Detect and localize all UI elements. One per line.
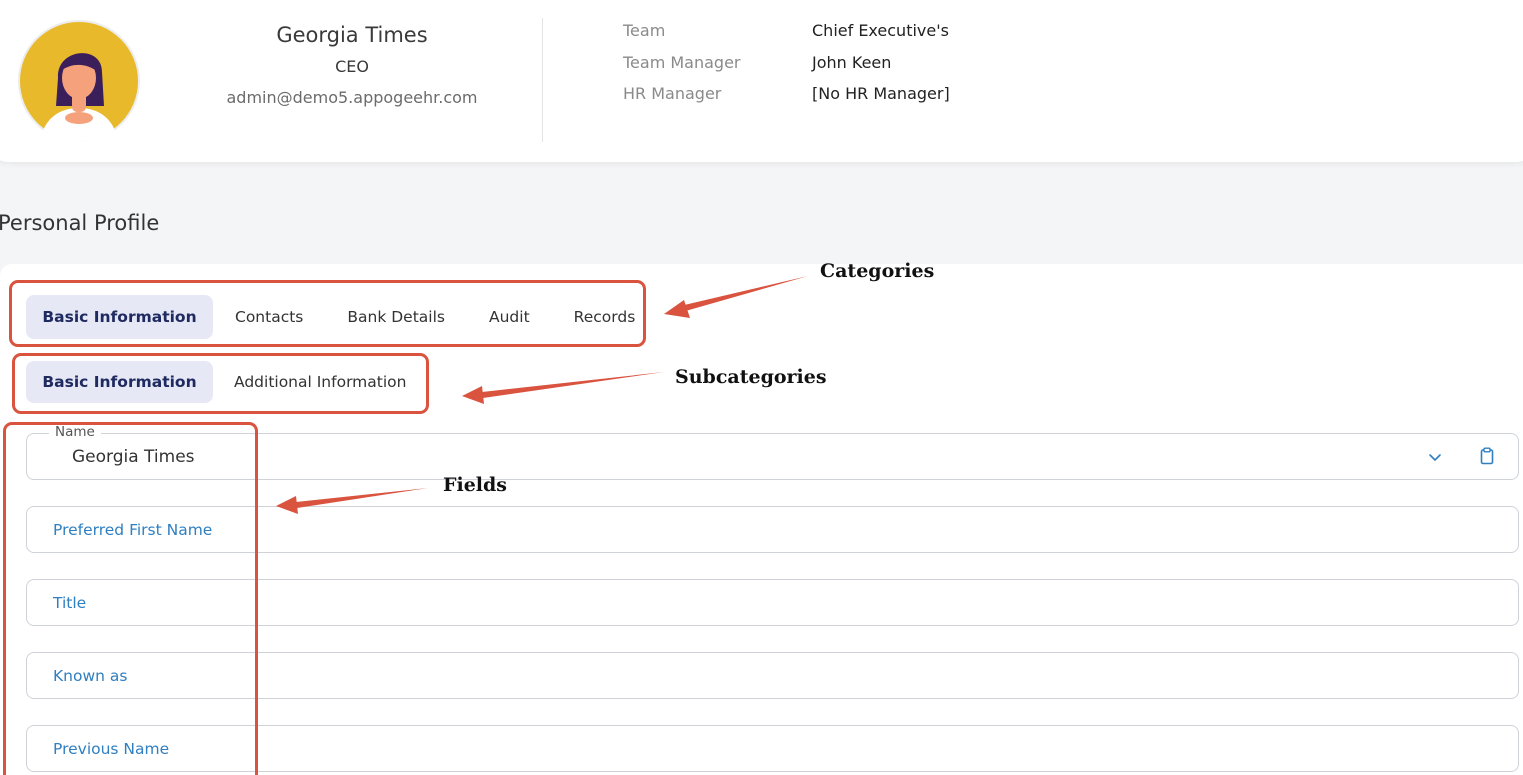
tab-audit[interactable]: Audit bbox=[467, 295, 552, 339]
team-manager-value: John Keen bbox=[812, 52, 892, 72]
profile-identity: Georgia Times CEO admin@demo5.appogeehr.… bbox=[200, 20, 504, 109]
hr-manager-label: HR Manager bbox=[623, 84, 722, 103]
subtab-basic-information[interactable]: Basic Information bbox=[26, 361, 213, 403]
name-field-value[interactable]: Georgia Times bbox=[72, 434, 195, 480]
team-value: Chief Executive's bbox=[812, 21, 949, 40]
subcategories-annotation: Subcategories bbox=[675, 366, 827, 388]
preferred-first-name-placeholder: Preferred First Name bbox=[53, 521, 213, 539]
hr-manager-value: [No HR Manager] bbox=[812, 84, 950, 103]
known-as-placeholder: Known as bbox=[53, 667, 128, 685]
title-placeholder: Title bbox=[53, 594, 87, 612]
fields-annotation: Fields bbox=[443, 474, 507, 496]
name-field[interactable]: Name Georgia Times bbox=[26, 424, 1519, 480]
chevron-down-icon[interactable] bbox=[1427, 449, 1443, 465]
header-divider bbox=[542, 18, 543, 142]
known-as-field[interactable]: Known as bbox=[26, 652, 1519, 699]
subcategory-tabs: Basic Information Additional Information bbox=[26, 361, 427, 403]
page-title: Personal Profile bbox=[0, 211, 160, 235]
categories-annotation: Categories bbox=[820, 260, 935, 282]
profile-role: CEO bbox=[335, 57, 369, 76]
org-values: Chief Executive's John Keen [No HR Manag… bbox=[812, 20, 950, 115]
tab-bank-details[interactable]: Bank Details bbox=[325, 295, 467, 339]
subtab-additional-information[interactable]: Additional Information bbox=[213, 361, 427, 403]
profile-email: admin@demo5.appogeehr.com bbox=[226, 88, 478, 107]
org-labels: Team Team Manager HR Manager bbox=[623, 20, 741, 115]
user-avatar-icon[interactable] bbox=[18, 20, 140, 142]
profile-name: Georgia Times bbox=[276, 23, 428, 47]
tab-contacts[interactable]: Contacts bbox=[213, 295, 325, 339]
category-tabs: Basic Information Contacts Bank Details … bbox=[26, 295, 657, 339]
team-manager-label: Team Manager bbox=[623, 52, 741, 72]
tab-basic-information[interactable]: Basic Information bbox=[26, 295, 213, 339]
previous-name-field[interactable]: Previous Name bbox=[26, 725, 1519, 772]
tab-records[interactable]: Records bbox=[552, 295, 658, 339]
team-label: Team bbox=[623, 21, 666, 40]
clipboard-icon[interactable] bbox=[1479, 447, 1495, 465]
preferred-first-name-field[interactable]: Preferred First Name bbox=[26, 506, 1519, 553]
avatar-illustration bbox=[20, 22, 138, 142]
previous-name-placeholder: Previous Name bbox=[53, 740, 170, 758]
title-field[interactable]: Title bbox=[26, 579, 1519, 626]
